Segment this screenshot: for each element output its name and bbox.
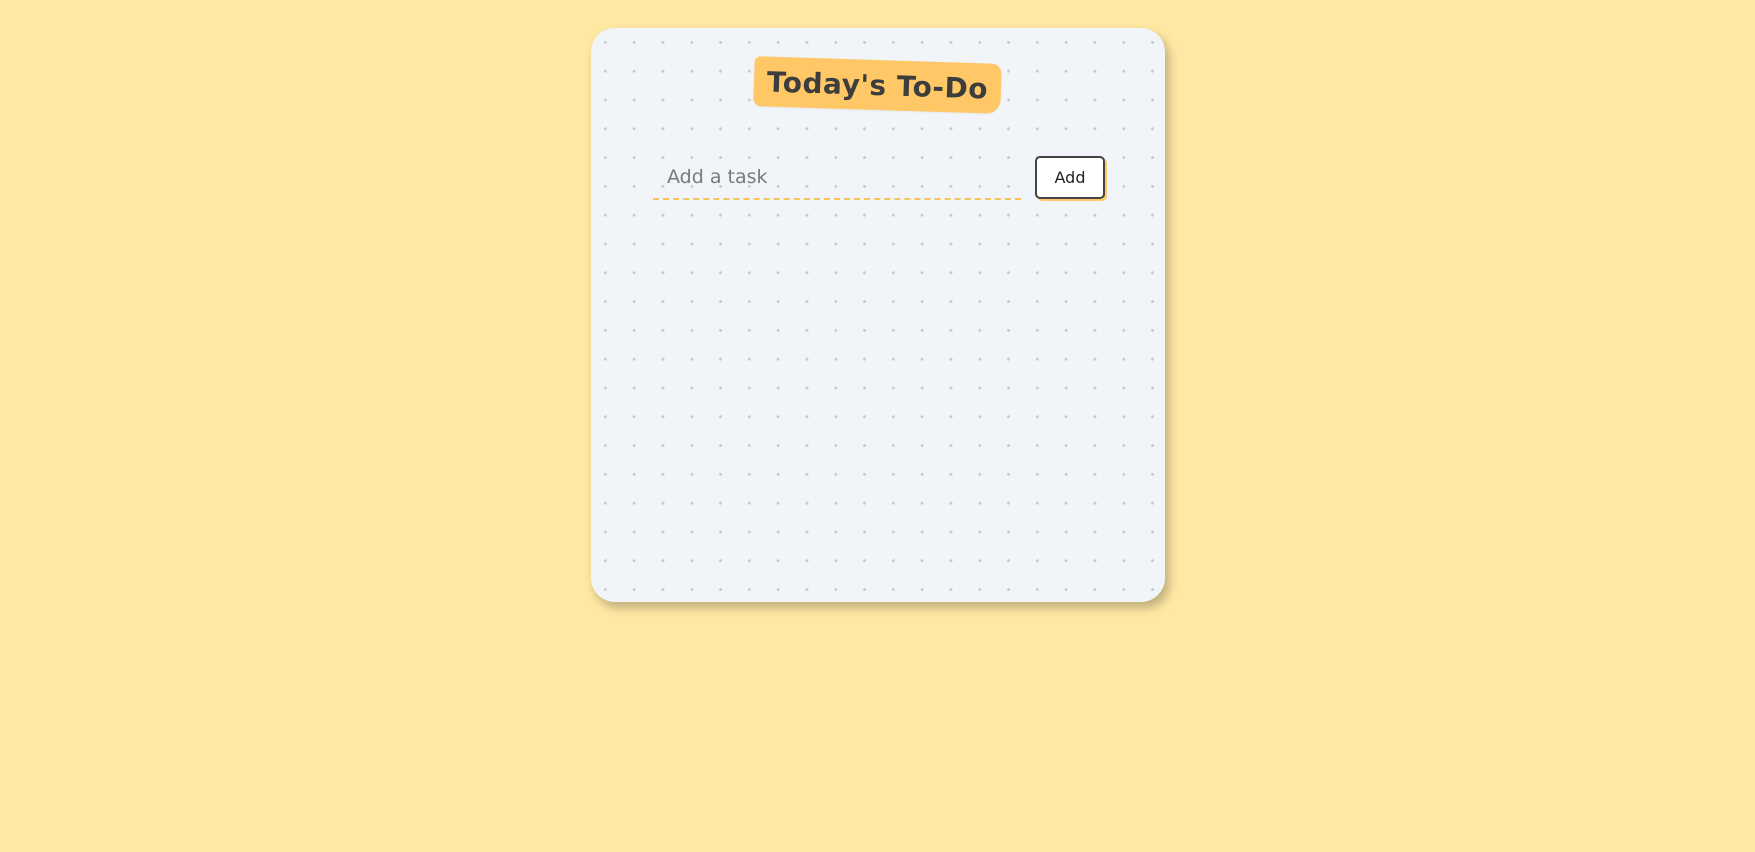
todo-card: Today's To-Do Add <box>591 28 1165 602</box>
title-banner: Today's To-Do <box>753 56 1002 114</box>
add-task-button[interactable]: Add <box>1035 156 1105 199</box>
task-input[interactable] <box>653 156 1021 200</box>
page-title: Today's To-Do <box>766 65 989 105</box>
